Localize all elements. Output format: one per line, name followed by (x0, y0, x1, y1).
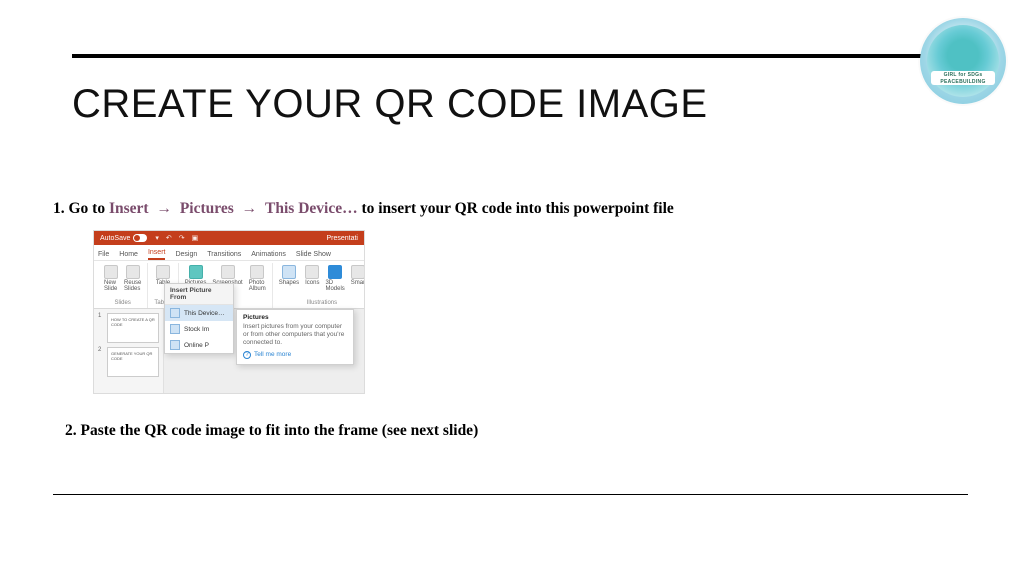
qat-icons: ▾ ↶ ↷ ▣ (155, 234, 198, 242)
thumb-1-caption: HOW TO CREATE A QR CODE (107, 313, 159, 343)
dropdown-this-device: This Device… (165, 305, 233, 321)
step-1: 1. Go to Insert → Pictures → This Device… (53, 200, 674, 218)
reuse-slides-button: Reuse Slides (124, 265, 141, 292)
tab-design: Design (175, 251, 197, 260)
tab-home: Home (119, 251, 138, 260)
pictures-tooltip: Pictures Insert pictures from your compu… (236, 309, 354, 365)
help-icon: ? (243, 351, 251, 359)
step-1-rest: to insert your QR code into this powerpo… (361, 200, 673, 217)
slide-thumb-2: 2 GENERATE YOUR QR CODE (98, 347, 159, 377)
shapes-button: Shapes (279, 265, 299, 292)
arrow-icon: → (238, 200, 262, 217)
icons-button: Icons (305, 265, 319, 292)
dropdown-online-pictures: Online P (165, 337, 233, 353)
ribbon-group-slides: New Slide Reuse Slides Slides (98, 263, 148, 308)
top-rule (72, 54, 968, 58)
logo-badge: GIRL for SDGs PEACEBUILDING (920, 18, 1006, 104)
thumb-2-caption: GENERATE YOUR QR CODE (107, 347, 159, 377)
slide-thumb-1: 1 HOW TO CREATE A QR CODE (98, 313, 159, 343)
autosave-text: AutoSave (100, 235, 130, 242)
menu-path-pictures: Pictures (180, 200, 234, 217)
ppt-titlebar: AutoSave ▾ ↶ ↷ ▣ Presentati (94, 231, 364, 245)
thumbnail-pane: 1 HOW TO CREATE A QR CODE 2 GENERATE YOU… (94, 309, 164, 393)
logo-text-1: GIRL for SDGs (931, 72, 995, 79)
menu-path-insert: Insert (109, 200, 149, 217)
photo-album-button: Photo Album (249, 265, 266, 292)
online-icon (170, 340, 180, 350)
logo-text-2: PEACEBUILDING (931, 79, 995, 86)
tab-animations: Animations (251, 251, 286, 260)
menu-path-this-device: This Device… (265, 200, 358, 217)
bottom-rule (53, 494, 968, 495)
doc-title: Presentati (326, 235, 358, 242)
save-icon: ▾ (155, 234, 159, 242)
tooltip-body: Insert pictures from your computer or fr… (243, 323, 347, 347)
step-2: 2. Paste the QR code image to fit into t… (65, 422, 478, 440)
start-icon: ▣ (192, 234, 199, 242)
undo-icon: ↶ (166, 234, 172, 242)
smartart-button: Smar (351, 265, 365, 292)
tooltip-title: Pictures (243, 314, 347, 321)
stock-icon (170, 324, 180, 334)
tooltip-tell-me-more: ?Tell me more (243, 351, 347, 359)
step-1-lead: 1. Go to (53, 200, 109, 217)
tab-insert: Insert (148, 249, 166, 260)
3d-models-button: 3D Models (325, 265, 344, 292)
tab-transitions: Transitions (207, 251, 241, 260)
autosave-toggle-icon (133, 234, 147, 242)
dropdown-header: Insert Picture From (165, 284, 233, 305)
ppt-ribbon-tabs: File Home Insert Design Transitions Anim… (94, 245, 364, 261)
autosave-label: AutoSave (100, 234, 147, 242)
insert-picture-dropdown: Insert Picture From This Device… Stock I… (164, 283, 234, 354)
device-icon (170, 308, 180, 318)
ribbon-group-illustrations: Shapes Icons 3D Models Smar Illustration… (273, 263, 365, 308)
dropdown-stock-images: Stock Im (165, 321, 233, 337)
tab-slideshow: Slide Show (296, 251, 331, 260)
tab-file: File (98, 251, 109, 260)
page-title: CREATE YOUR QR CODE IMAGE (72, 82, 708, 127)
group-label-slides: Slides (115, 300, 131, 306)
redo-icon: ↷ (179, 234, 185, 242)
new-slide-button: New Slide (104, 265, 118, 292)
group-label-illus: Illustrations (307, 300, 337, 306)
arrow-icon: → (152, 200, 176, 217)
powerpoint-screenshot: AutoSave ▾ ↶ ↷ ▣ Presentati File Home In… (93, 230, 365, 394)
